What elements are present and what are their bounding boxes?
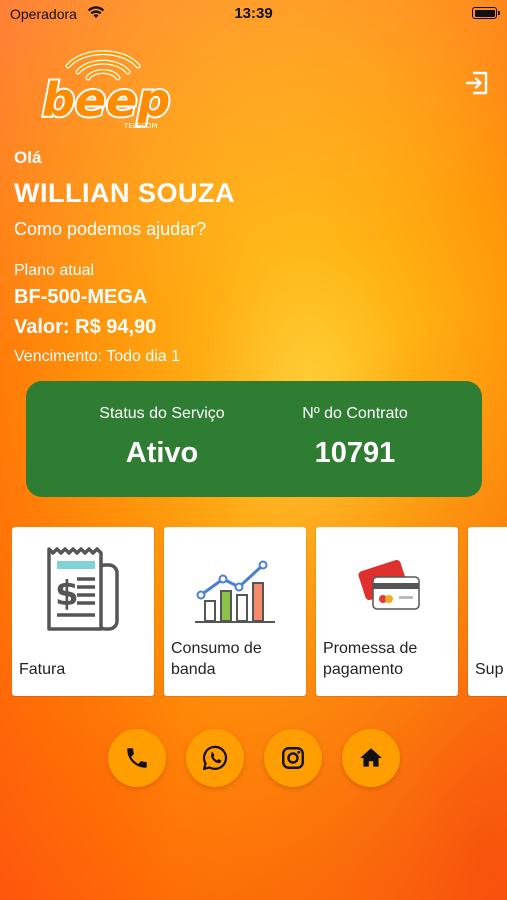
- whatsapp-icon: [202, 745, 228, 771]
- svg-text:beep: beep: [42, 73, 170, 127]
- instagram-button[interactable]: [264, 729, 322, 787]
- tile-suporte[interactable]: Sup: [468, 527, 507, 696]
- clock: 13:39: [234, 5, 273, 22]
- plan-name: BF-500-MEGA: [14, 286, 148, 308]
- plan-value: Valor: R$ 94,90: [14, 316, 157, 338]
- tile-label: Fatura: [19, 661, 66, 678]
- tile-label: Promessa de pagamento: [323, 640, 418, 678]
- plan-label: Plano atual: [14, 262, 95, 279]
- quick-actions: [0, 729, 507, 789]
- home-button[interactable]: [342, 729, 400, 787]
- home-icon: [360, 748, 382, 767]
- instagram-icon: [282, 747, 304, 769]
- service-status-value: Ativo: [125, 437, 199, 469]
- beep-telecom-logo: beep TELECOM: [38, 40, 183, 132]
- tile-fatura[interactable]: $ Fatura: [12, 527, 154, 696]
- service-status-label: Status do Serviço: [99, 405, 225, 422]
- logout-button[interactable]: [462, 68, 492, 98]
- tile-label: Sup: [475, 661, 504, 678]
- credit-card-icon: [316, 541, 458, 641]
- contract-number: Nº do Contrato 10791: [255, 381, 455, 470]
- phone-icon: [127, 748, 147, 768]
- logout-icon: [465, 71, 488, 95]
- status-bar: Operadora 13:39: [0, 0, 507, 26]
- service-status: Status do Serviço Ativo: [62, 381, 262, 470]
- svg-text:$: $: [55, 574, 79, 614]
- services-carousel[interactable]: $ Fatura Consumo de banda Promessa de pa…: [12, 527, 507, 697]
- greeting-hello: Olá: [14, 148, 42, 167]
- user-name: WILLIAN SOUZA: [14, 178, 235, 208]
- battery-icon: [472, 7, 500, 19]
- help-prompt: Como podemos ajudar?: [14, 219, 207, 239]
- contract-number-label: Nº do Contrato: [302, 405, 408, 422]
- svg-text:TELECOM: TELECOM: [123, 122, 157, 130]
- support-icon: [468, 541, 507, 641]
- tile-promessa-de-pagamento[interactable]: Promessa de pagamento: [316, 527, 458, 696]
- bandwidth-chart-icon: [164, 541, 306, 641]
- invoice-icon: $: [12, 541, 154, 641]
- contract-number-value: 10791: [314, 437, 396, 469]
- service-status-card: Status do Serviço Ativo Nº do Contrato 1…: [26, 381, 482, 497]
- plan-due-date: Vencimento: Todo dia 1: [14, 348, 181, 365]
- phone-button[interactable]: [108, 729, 166, 787]
- tile-consumo-de-banda[interactable]: Consumo de banda: [164, 527, 306, 696]
- tile-label: Consumo de banda: [171, 640, 262, 678]
- whatsapp-button[interactable]: [186, 729, 244, 787]
